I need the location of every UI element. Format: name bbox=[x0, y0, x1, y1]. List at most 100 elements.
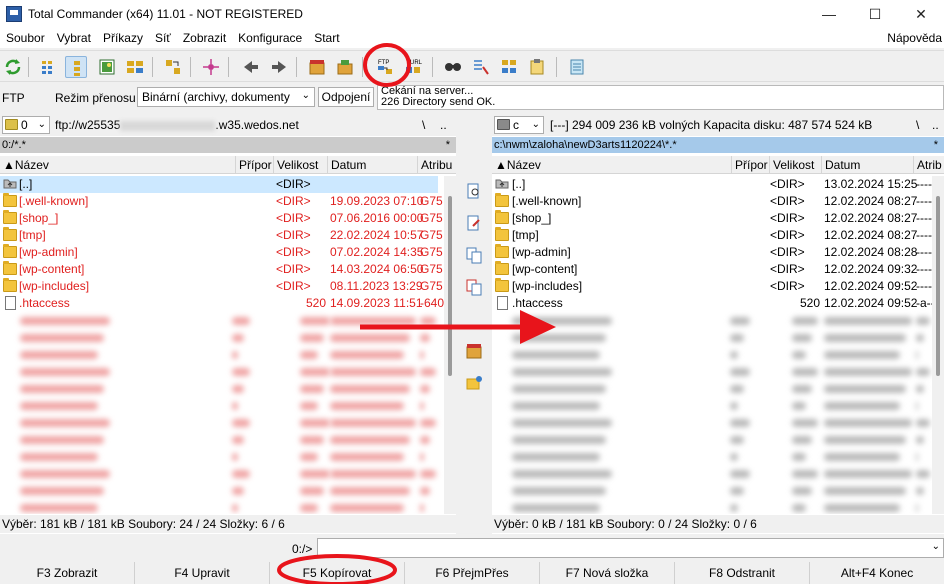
table-row[interactable]: [wp-content] <DIR> 14.03.2024 06:50 G75 bbox=[0, 261, 456, 278]
compare-icon[interactable] bbox=[124, 56, 146, 78]
table-row[interactable]: [shop_] <DIR> 12.02.2024 08:27 ---- bbox=[492, 210, 944, 227]
redacted-bar bbox=[300, 334, 324, 342]
f3-view-button[interactable]: F3 Zobrazit bbox=[0, 562, 135, 584]
disconnect-button[interactable]: Odpojení bbox=[318, 87, 374, 107]
right-root-button[interactable]: \ bbox=[916, 118, 919, 132]
folder-icon bbox=[495, 227, 509, 241]
left-col-name[interactable]: ▲Název bbox=[0, 156, 236, 174]
menu-help[interactable]: Nápověda bbox=[887, 31, 942, 45]
table-row[interactable]: [wp-includes] <DIR> 12.02.2024 09:52 ---… bbox=[492, 278, 944, 295]
right-filter-star[interactable]: * bbox=[934, 137, 938, 153]
table-row[interactable]: [..] <DIR> bbox=[0, 176, 438, 193]
command-line-input[interactable]: ⌄ bbox=[317, 538, 944, 558]
right-path-bar[interactable]: c:\nwm\zaloha\newD3arts1120224\*.* * bbox=[492, 137, 944, 153]
table-row[interactable]: [..] <DIR> 13.02.2024 15:25 ---- bbox=[492, 176, 944, 193]
table-row[interactable]: .htaccess 520 12.02.2024 09:52 -a-- bbox=[492, 295, 944, 312]
right-col-size[interactable]: Velikost bbox=[770, 156, 822, 174]
app-icon bbox=[6, 6, 22, 22]
right-panel[interactable]: c ⌄ [---] 294 009 236 kB volných Kapacit… bbox=[492, 114, 944, 534]
f4-edit-button[interactable]: F4 Upravit bbox=[135, 562, 270, 584]
table-row[interactable]: [wp-admin] <DIR> 07.02.2024 14:35 G75 bbox=[0, 244, 456, 261]
left-col-date[interactable]: Datum bbox=[328, 156, 418, 174]
search-icon[interactable] bbox=[442, 56, 464, 78]
new-folder-icon[interactable] bbox=[465, 374, 483, 392]
sync-dirs-icon[interactable] bbox=[498, 56, 520, 78]
left-drive-select[interactable]: 0 ⌄ bbox=[2, 116, 50, 134]
scrollbar-thumb[interactable] bbox=[936, 196, 940, 376]
right-up-button[interactable]: .. bbox=[932, 118, 939, 132]
minimize-button[interactable]: — bbox=[806, 0, 852, 28]
thumbnail-view-icon[interactable] bbox=[96, 56, 118, 78]
left-panel[interactable]: 0 ⌄ ftp://w25535 .w35.wedos.net \ .. 0:/*… bbox=[0, 114, 456, 534]
row-attr: G75 bbox=[420, 245, 443, 259]
right-col-ext[interactable]: Přípor bbox=[732, 156, 770, 174]
tree-view-icon[interactable] bbox=[65, 56, 87, 78]
f8-delete-button[interactable]: F8 Odstranit bbox=[675, 562, 810, 584]
table-row[interactable]: [wp-includes] <DIR> 08.11.2023 13:29 G75 bbox=[0, 278, 456, 295]
brief-view-icon[interactable] bbox=[38, 56, 60, 78]
menu-zobrazit[interactable]: Zobrazit bbox=[177, 31, 232, 45]
ftp-connect-icon[interactable]: FTP bbox=[374, 56, 396, 78]
refresh-icon[interactable] bbox=[2, 56, 24, 78]
transfer-mode-select[interactable]: Binární (archivy, dokumenty ⌄ bbox=[137, 87, 315, 107]
menu-konfigurace[interactable]: Konfigurace bbox=[232, 31, 308, 45]
pack-files-icon[interactable] bbox=[465, 342, 483, 360]
left-path-bar[interactable]: 0:/*.* * bbox=[0, 137, 456, 153]
left-root-button[interactable]: \ bbox=[422, 118, 425, 132]
right-scrollbar[interactable] bbox=[932, 176, 944, 514]
notes-icon[interactable] bbox=[566, 56, 588, 78]
menu-bar: Soubor Vybrat Příkazy Síť Zobrazit Konfi… bbox=[0, 28, 944, 48]
alt-f4-exit-button[interactable]: Alt+F4 Konec bbox=[810, 562, 944, 584]
ftp-url-icon[interactable]: URL bbox=[402, 56, 424, 78]
archive-pack-icon[interactable] bbox=[306, 56, 328, 78]
edit-file-icon[interactable] bbox=[465, 214, 483, 232]
pack-icon[interactable] bbox=[200, 56, 222, 78]
table-row[interactable]: [.well-known] <DIR> 12.02.2024 08:27 ---… bbox=[492, 193, 944, 210]
chevron-down-icon[interactable]: ⌄ bbox=[932, 541, 940, 552]
forward-icon[interactable] bbox=[268, 56, 290, 78]
left-col-attr[interactable]: Atribu bbox=[418, 156, 456, 174]
f6-move-button[interactable]: F6 PřejmPřes bbox=[405, 562, 540, 584]
multi-rename-icon[interactable] bbox=[470, 56, 492, 78]
redacted-bar bbox=[916, 453, 918, 461]
left-up-button[interactable]: .. bbox=[440, 118, 447, 132]
f7-new-folder-button[interactable]: F7 Nová složka bbox=[540, 562, 675, 584]
file-icon bbox=[497, 296, 508, 310]
right-col-attr[interactable]: Atrib bbox=[914, 156, 944, 174]
archive-unpack-icon[interactable] bbox=[334, 56, 356, 78]
right-col-name[interactable]: ▲Název bbox=[492, 156, 732, 174]
maximize-button[interactable]: ☐ bbox=[852, 0, 898, 28]
view-file-icon[interactable] bbox=[465, 182, 483, 200]
redacted-bar bbox=[824, 453, 900, 461]
back-icon[interactable] bbox=[240, 56, 262, 78]
scrollbar-thumb[interactable] bbox=[448, 196, 452, 376]
left-scrollbar[interactable] bbox=[444, 176, 456, 514]
left-col-ext[interactable]: Přípor bbox=[236, 156, 274, 174]
table-row[interactable]: [tmp] <DIR> 22.02.2024 10:57 G75 bbox=[0, 227, 456, 244]
table-row[interactable]: [wp-content] <DIR> 12.02.2024 09:32 ---- bbox=[492, 261, 944, 278]
row-name: .htaccess bbox=[19, 296, 70, 310]
menu-prikazy[interactable]: Příkazy bbox=[97, 31, 149, 45]
table-row[interactable]: .htaccess 520 14.09.2023 11:51 -640 bbox=[0, 295, 456, 312]
sync-icon[interactable] bbox=[162, 56, 184, 78]
table-row[interactable]: [wp-admin] <DIR> 12.02.2024 08:28 ---- bbox=[492, 244, 944, 261]
row-name: [..] bbox=[19, 177, 33, 191]
close-button[interactable]: ✕ bbox=[898, 0, 944, 28]
move-file-icon[interactable] bbox=[465, 278, 483, 296]
f5-copy-button[interactable]: F5 Kopírovat bbox=[270, 562, 405, 584]
notepad-icon[interactable] bbox=[526, 56, 548, 78]
left-filter-star[interactable]: * bbox=[446, 137, 450, 153]
copy-file-icon[interactable] bbox=[465, 246, 483, 264]
right-drive-select[interactable]: c ⌄ bbox=[494, 116, 544, 134]
menu-soubor[interactable]: Soubor bbox=[0, 31, 51, 45]
menu-vybrat[interactable]: Vybrat bbox=[51, 31, 97, 45]
table-row[interactable]: [tmp] <DIR> 12.02.2024 08:27 ---- bbox=[492, 227, 944, 244]
table-row[interactable]: [.well-known] <DIR> 19.09.2023 07:10 G75 bbox=[0, 193, 456, 210]
table-row[interactable]: [shop_] <DIR> 07.06.2016 00:00 G75 bbox=[0, 210, 456, 227]
row-name: [..] bbox=[512, 177, 526, 191]
menu-sit[interactable]: Síť bbox=[149, 31, 177, 45]
right-col-date[interactable]: Datum bbox=[822, 156, 914, 174]
menu-start[interactable]: Start bbox=[308, 31, 345, 45]
left-col-size[interactable]: Velikost bbox=[274, 156, 328, 174]
row-name: [wp-admin] bbox=[512, 245, 571, 259]
